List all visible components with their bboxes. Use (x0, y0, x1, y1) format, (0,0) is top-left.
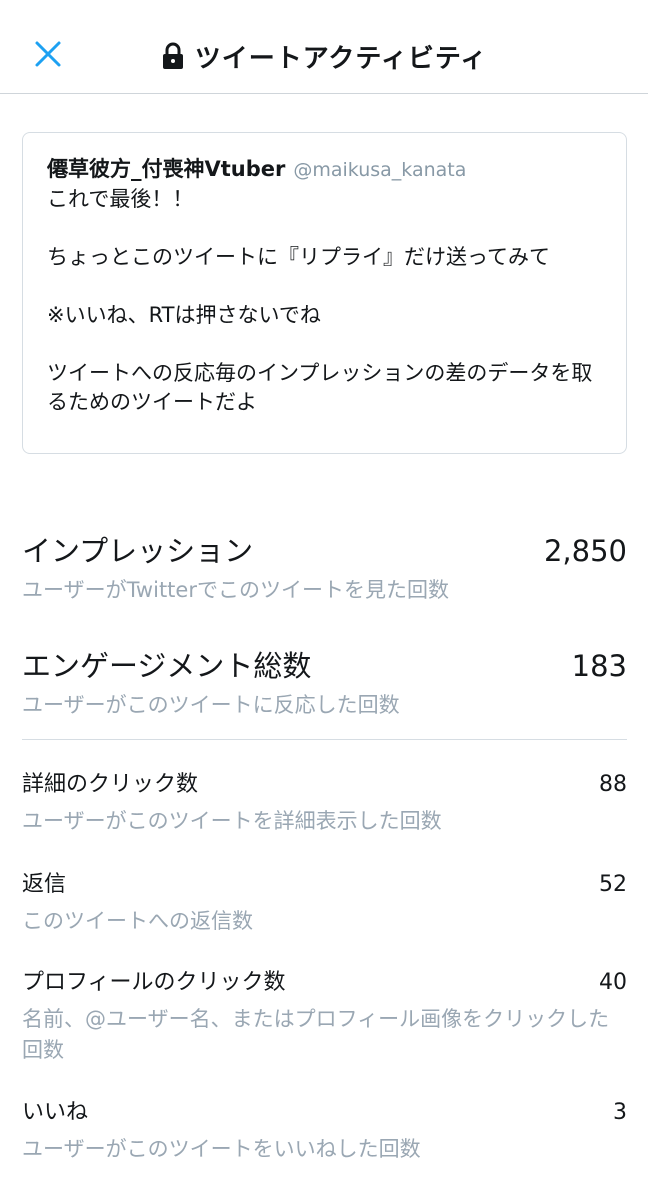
impressions-label: インプレッション (22, 534, 254, 568)
metric-value: 52 (599, 872, 627, 897)
lock-icon (162, 42, 183, 69)
metric-value: 40 (599, 970, 627, 995)
tweet-header: 僊草彼方_付喪神Vtuber @maikusa_kanata (47, 153, 602, 183)
impressions-value: 2,850 (543, 534, 627, 568)
engagements-metric: エンゲージメント総数 183 ユーザーがこのツイートに反応した回数 (22, 643, 627, 719)
metric-description: ユーザーがこのツイートを詳細表示した回数 (22, 809, 442, 833)
metric-replies: 返信 52 このツイートへの返信数 (22, 866, 627, 937)
impressions-metric: インプレッション 2,850 ユーザーがTwitterでこのツイートを見た回数 (22, 528, 627, 604)
metric-description: 名前、@ユーザー名、またはプロフィール画像をクリックした回数 (22, 1007, 610, 1062)
page-title: ツイートアクティビティ (194, 43, 488, 74)
metric-likes: いいね 3 ユーザーがこのツイートをいいねした回数 (22, 1094, 627, 1165)
divider (22, 739, 627, 740)
tweet-text: これで最後！！ ちょっとこのツイートに『リプライ』だけ送ってみて ※いいね、RT… (47, 187, 593, 414)
metric-detail-clicks: 詳細のクリック数 88 ユーザーがこのツイートを詳細表示した回数 (22, 766, 627, 837)
metric-profile-clicks: プロフィールのクリック数 40 名前、@ユーザー名、またはプロフィール画像をクリ… (22, 964, 627, 1066)
tweet-display-name: 僊草彼方_付喪神Vtuber (47, 157, 286, 181)
title-wrap: ツイートアクティビティ (0, 36, 648, 76)
metric-value: 3 (613, 1100, 627, 1125)
engagements-label: エンゲージメント総数 (22, 649, 312, 683)
engagements-description: ユーザーがこのツイートに反応した回数 (22, 693, 400, 717)
engagements-value: 183 (571, 649, 627, 683)
tweet-handle: @maikusa_kanata (293, 159, 467, 181)
metric-label: いいね (22, 1100, 89, 1125)
impressions-description: ユーザーがTwitterでこのツイートを見た回数 (22, 578, 449, 602)
metric-label: 返信 (22, 872, 67, 897)
metric-label: 詳細のクリック数 (22, 772, 199, 797)
metric-description: ユーザーがこのツイートをいいねした回数 (22, 1137, 421, 1161)
metric-label: プロフィールのクリック数 (22, 970, 286, 995)
header: ツイートアクティビティ (0, 0, 648, 94)
metric-value: 88 (599, 772, 627, 797)
tweet-card[interactable]: 僊草彼方_付喪神Vtuber @maikusa_kanata これで最後！！ ち… (22, 132, 627, 454)
metric-description: このツイートへの返信数 (22, 909, 253, 933)
